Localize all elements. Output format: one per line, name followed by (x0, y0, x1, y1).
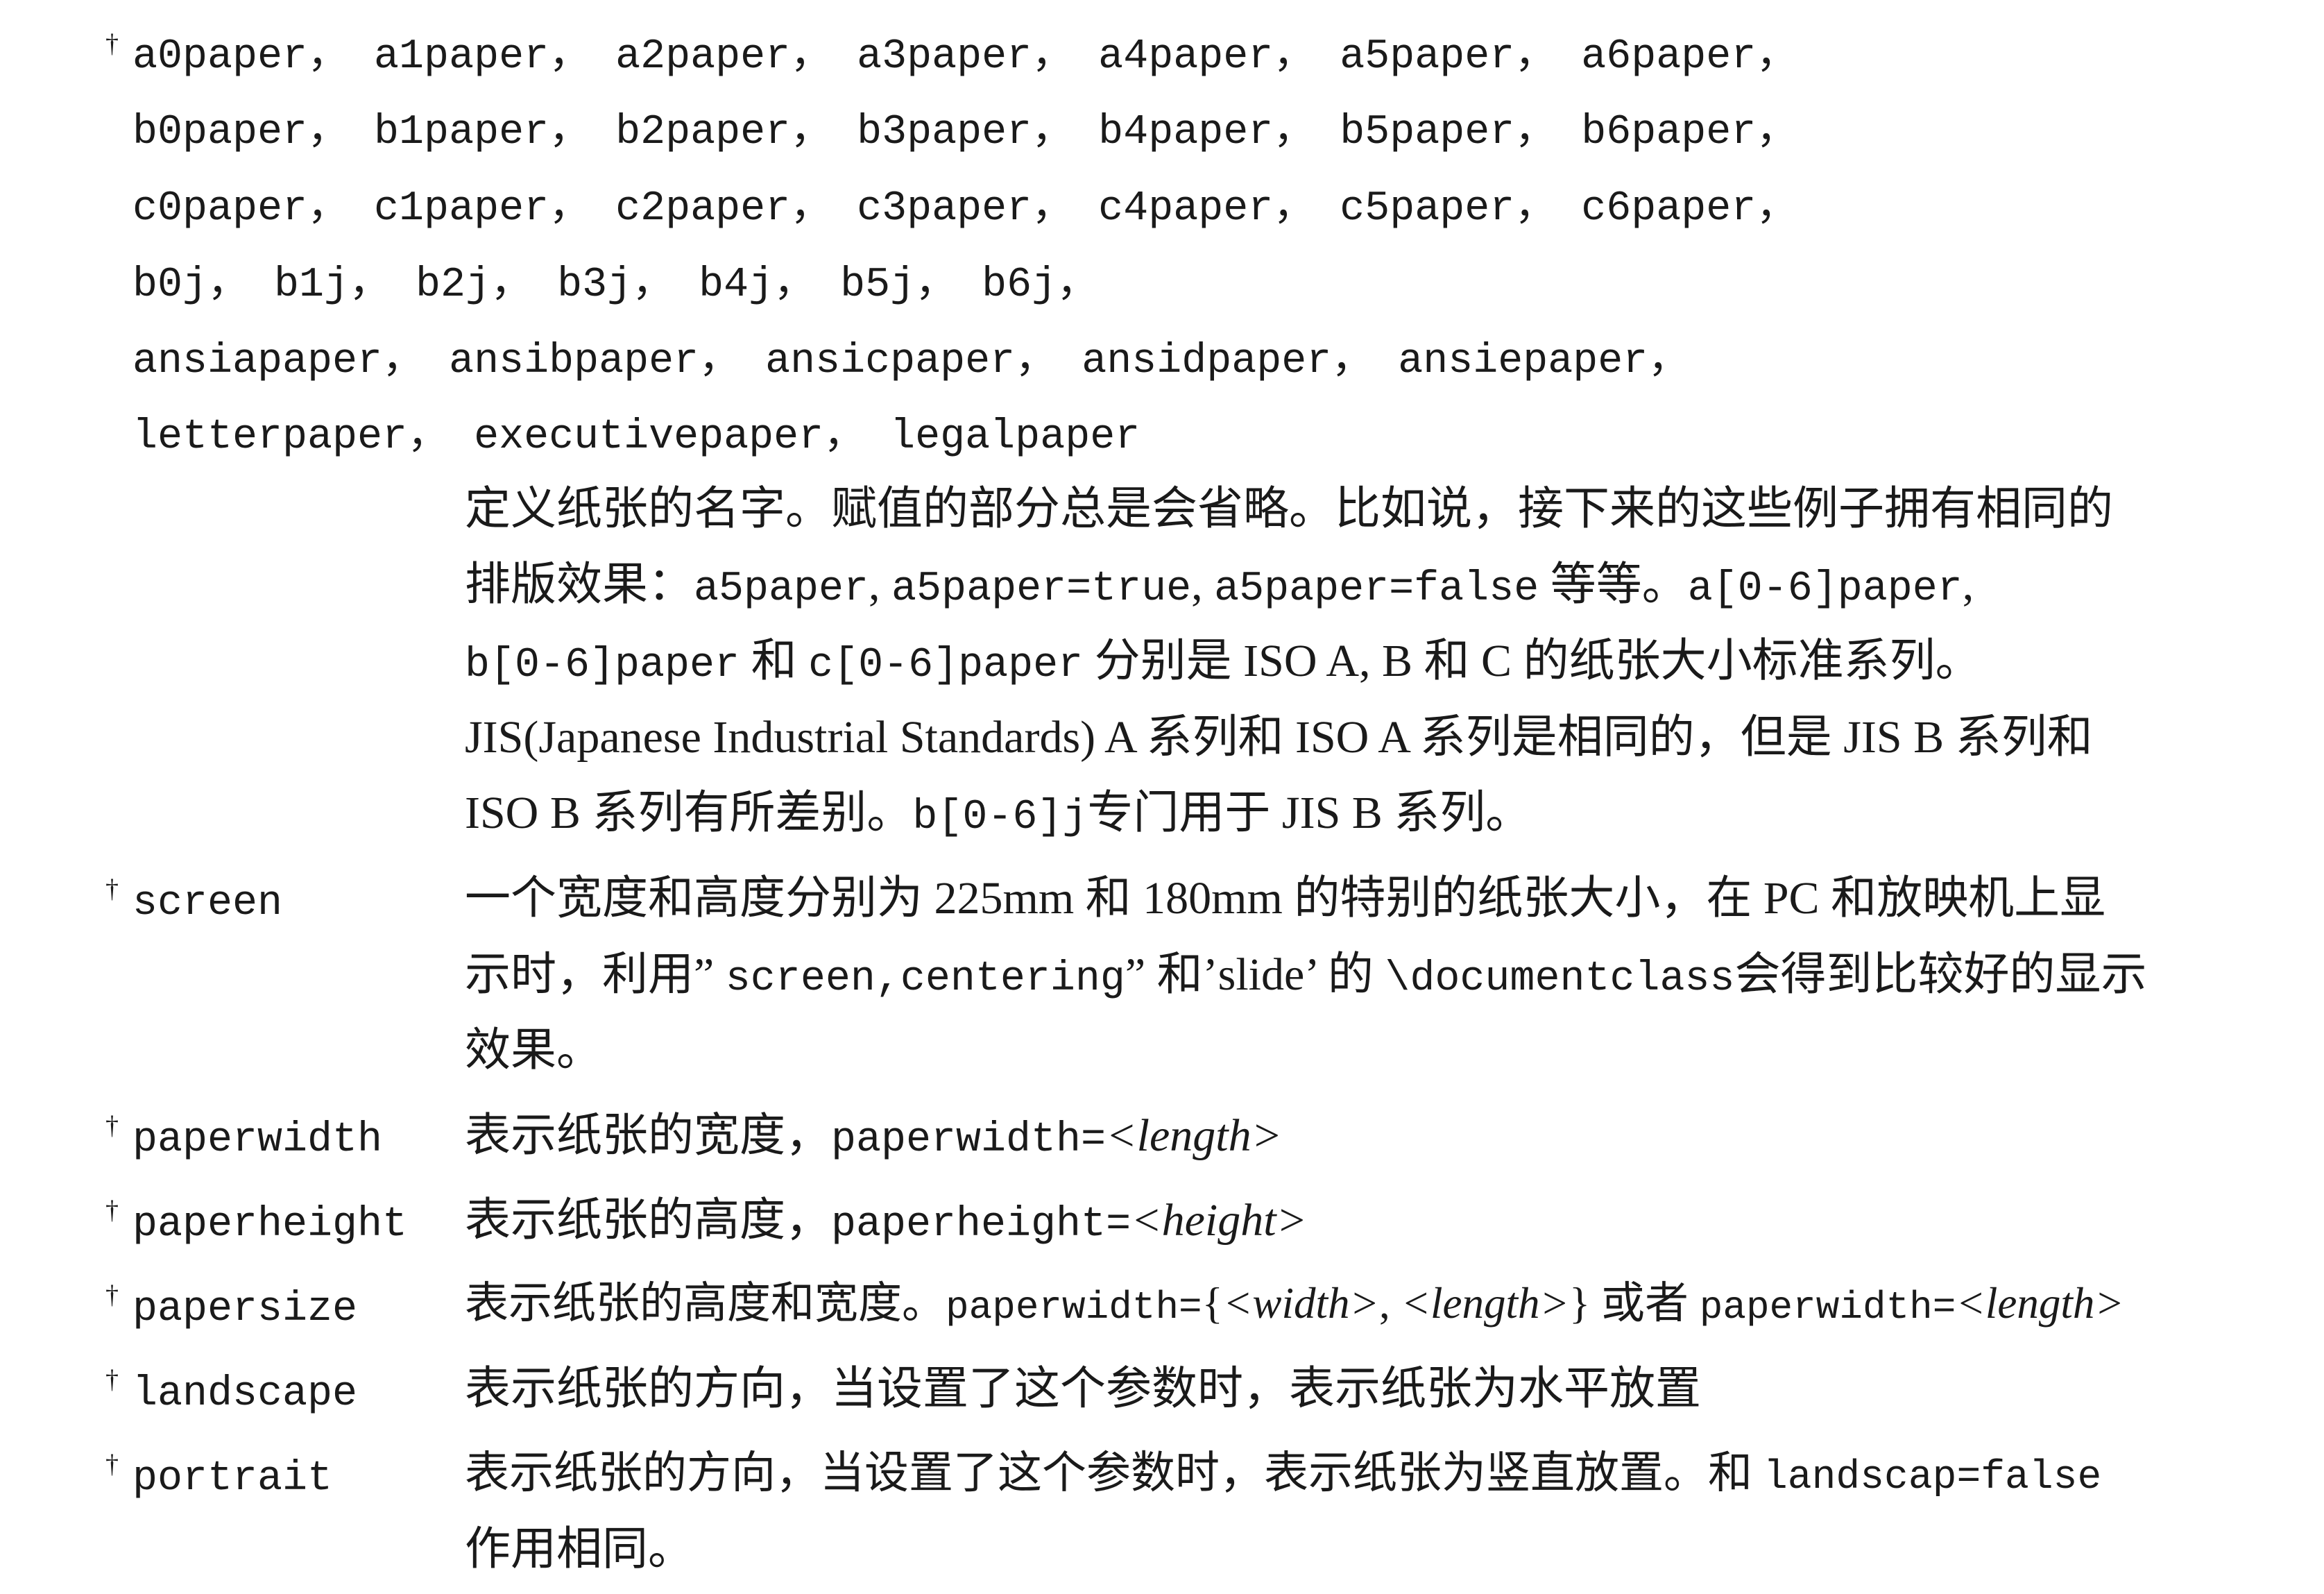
paper-names-line-ansi: ansiapaper， ansibpaper， ansicpaper， ansi… (133, 338, 1690, 385)
dagger-mark: † (105, 1280, 119, 1309)
option-screen-desc-line-2: 示时，利用” screen,centering” 和’slide’ 的 \doc… (465, 949, 2147, 1003)
option-papersize-term: papersize (133, 1286, 358, 1333)
dagger-mark: † (105, 29, 119, 58)
option-portrait-term: portrait (133, 1455, 333, 1502)
paper-names-desc-line-1: 定义纸张的名字。赋值的部分总是会省略。比如说，接下来的这些例子拥有相同的 (465, 484, 2113, 534)
paper-names-line-a: a0paper， a1paper， a2paper， a3paper， a4pa… (133, 33, 1798, 80)
paper-names-line-b: b0paper， b1paper， b2paper， b3paper， b4pa… (133, 109, 1798, 156)
dagger-mark: † (105, 1111, 119, 1140)
option-paperheight-term: paperheight (133, 1201, 408, 1248)
option-portrait-desc-line-2: 作用相同。 (465, 1524, 694, 1575)
dagger-mark: † (105, 1365, 119, 1394)
paper-names-desc-line-4: JIS(Japanese Industrial Standards) A 系列和… (465, 712, 2093, 763)
dagger-mark: † (105, 1450, 119, 1479)
paper-names-desc-line-5: ISO B 系列有所差别。b[0-6]j专门用于 JIS B 系列。 (465, 788, 1532, 841)
option-paperheight-desc: 表示纸张的高度，paperheight=<height> (465, 1195, 1308, 1248)
option-portrait-desc-line-1: 表示纸张的方向，当设置了这个参数时，表示纸张为竖直放置。和 landscap=f… (465, 1448, 2102, 1500)
paper-names-line-jis: b0j， b1j， b2j， b3j， b4j， b5j， b6j， (133, 262, 1099, 309)
paper-names-desc-line-2: 排版效果：a5paper, a5paper=true, a5paper=fals… (465, 559, 1974, 613)
option-landscape-term: landscape (133, 1371, 358, 1418)
option-screen-desc-line-1: 一个宽度和高度分别为 225mm 和 180mm 的特别的纸张大小，在 PC 和… (465, 873, 2106, 924)
option-papersize-desc: 表示纸张的高度和宽度。paperwidth={<width>, <length>… (465, 1279, 2124, 1330)
option-paperwidth-term: paperwidth (133, 1117, 383, 1164)
option-screen-term: screen (133, 880, 283, 927)
option-screen-desc-line-3: 效果。 (465, 1025, 602, 1076)
paper-names-desc-line-3: b[0-6]paper 和 c[0-6]paper 分别是 ISO A, B 和… (465, 636, 1981, 689)
dagger-mark: † (105, 1196, 119, 1225)
option-landscape-desc: 表示纸张的方向，当设置了这个参数时，表示纸张为水平放置 (465, 1364, 1701, 1414)
option-paperwidth-desc: 表示纸张的宽度，paperwidth=<length> (465, 1110, 1283, 1164)
paper-names-line-us: letterpaper， executivepaper， legalpaper (133, 414, 1140, 461)
dagger-mark: † (105, 874, 119, 904)
paper-names-line-c: c0paper， c1paper， c2paper， c3paper， c4pa… (133, 185, 1798, 232)
